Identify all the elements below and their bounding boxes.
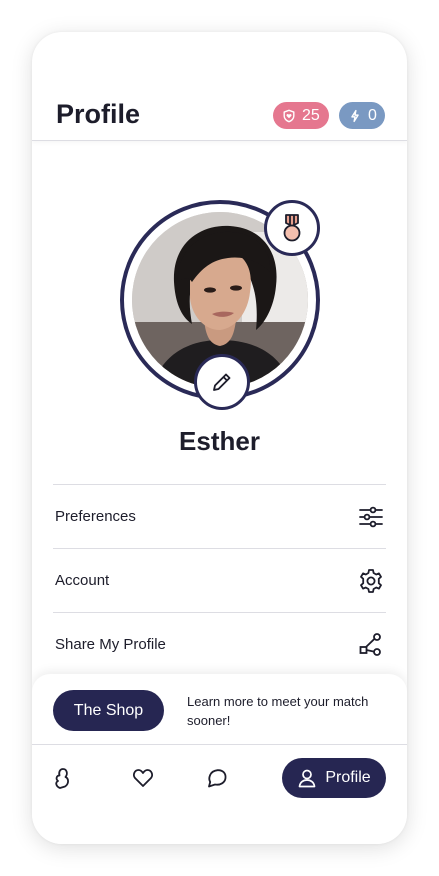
shop-banner: The Shop Learn more to meet your match s… [32, 674, 407, 748]
phone-screen: Profile 25 0 Esther Preferences Account … [32, 32, 407, 844]
shield-heart-icon [283, 109, 295, 122]
user-icon [298, 769, 316, 788]
menu-item-preferences[interactable]: Preferences [53, 484, 386, 548]
shop-button[interactable]: The Shop [53, 690, 164, 731]
share-icon [359, 632, 381, 656]
likes-count: 25 [302, 106, 320, 124]
menu-item-account[interactable]: Account [53, 548, 386, 612]
app-header: Profile 25 0 [32, 32, 407, 141]
menu-item-label: Preferences [55, 508, 136, 525]
shop-description: Learn more to meet your match sooner! [187, 694, 369, 728]
nav-profile-label: Profile [325, 769, 371, 786]
bolt-icon [351, 109, 359, 122]
boosts-badge[interactable]: 0 [339, 102, 385, 129]
boosts-count: 0 [368, 106, 377, 124]
page-title: Profile [56, 99, 141, 129]
likes-badge[interactable]: 25 [273, 102, 329, 129]
menu-item-label: Share My Profile [55, 636, 166, 653]
sliders-icon [359, 506, 383, 527]
settings-menu: Preferences Account Share My Profile [53, 484, 386, 676]
heart-icon[interactable] [132, 767, 154, 789]
discover-icon[interactable] [52, 767, 74, 789]
menu-item-share-profile[interactable]: Share My Profile [53, 612, 386, 676]
achievement-badge[interactable] [264, 200, 320, 256]
gear-icon [360, 568, 382, 593]
nav-profile-button[interactable]: Profile [282, 758, 386, 798]
profile-name: Esther [179, 426, 260, 456]
medal-icon [283, 214, 301, 242]
menu-item-label: Account [55, 572, 110, 589]
edit-profile-button[interactable] [194, 354, 250, 410]
pencil-icon [213, 373, 231, 391]
bottom-nav: Profile [32, 744, 407, 844]
chat-icon[interactable] [206, 767, 228, 789]
